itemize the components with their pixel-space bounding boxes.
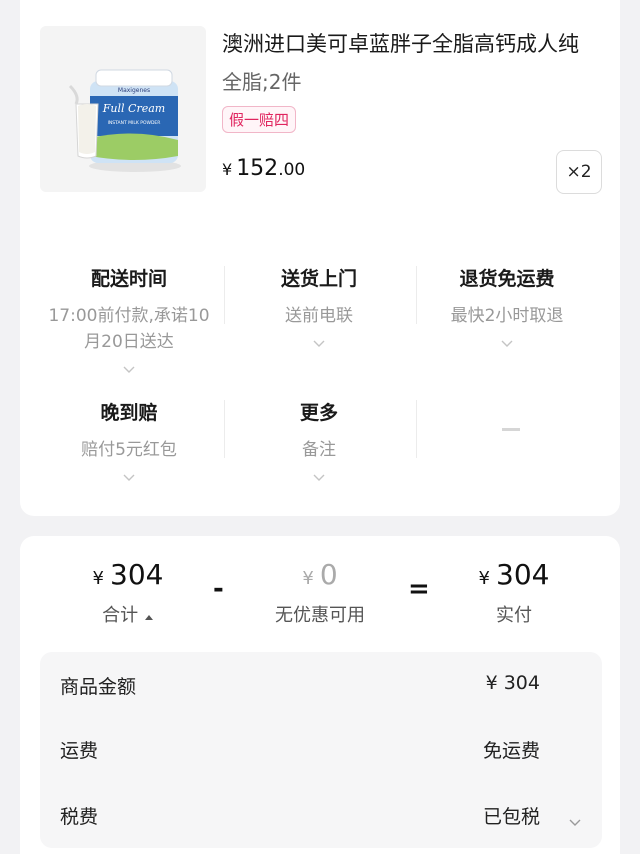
pay-amount: ¥304 实付 — [434, 558, 594, 627]
service-late-compensation[interactable]: 晚到赔 赔付5元红包 — [34, 398, 224, 486]
price-summary-card: ¥304 合计 - ¥0 无优惠可用 = ¥304 实付 商品金额 ¥ 304 … — [20, 536, 620, 854]
svg-text:Maxigenes: Maxigenes — [118, 87, 150, 94]
service-home-delivery[interactable]: 送货上门 送前电联 — [224, 264, 414, 352]
product-image[interactable]: Maxigenes Full Cream INSTANT MILK POWDER — [40, 26, 206, 192]
service-title: 更多 — [299, 402, 338, 424]
chevron-down-icon — [224, 333, 414, 352]
pay-label: 实付 — [496, 605, 532, 626]
discount-value: 0 — [319, 558, 338, 591]
chevron-down-icon — [34, 359, 224, 378]
price-details: 商品金额 ¥ 304 运费 免运费 税费 已包税 — [40, 652, 602, 848]
currency-symbol: ¥ — [92, 568, 104, 589]
service-title: 退货免运费 — [459, 268, 555, 290]
service-delivery-time[interactable]: 配送时间 17:00前付款,承诺10月20日送达 — [34, 264, 224, 378]
empty-placeholder — [502, 428, 520, 431]
minus-operator: - — [213, 574, 224, 604]
milk-powder-can-icon: Maxigenes Full Cream INSTANT MILK POWDER — [68, 69, 181, 172]
discount-amount: ¥0 无优惠可用 — [240, 558, 400, 627]
detail-row-shipping: 运费 免运费 — [60, 736, 582, 766]
service-desc: 备注 — [302, 440, 336, 460]
product-title[interactable]: 澳洲进口美可卓蓝胖子全脂高钙成人纯 — [222, 28, 602, 58]
chevron-down-icon — [412, 333, 602, 352]
service-desc: 最快2小时取退 — [450, 306, 564, 326]
equals-operator: = — [408, 574, 430, 604]
service-title: 晚到赔 — [100, 402, 158, 424]
service-title: 送货上门 — [280, 268, 357, 290]
svg-text:INSTANT MILK POWDER: INSTANT MILK POWDER — [108, 120, 161, 126]
total-value: 304 — [110, 558, 164, 591]
service-title: 配送时间 — [90, 268, 167, 290]
chevron-down-icon — [568, 810, 582, 832]
currency-symbol: ¥ — [478, 568, 490, 589]
detail-value: 免运费 — [482, 740, 540, 762]
detail-row-goods: 商品金额 ¥ 304 — [60, 672, 582, 702]
total-label: 合计 — [102, 605, 139, 626]
divider — [416, 400, 417, 458]
price-integer: 152 — [236, 156, 279, 181]
service-free-return[interactable]: 退货免运费 最快2小时取退 — [412, 264, 602, 352]
guarantee-badge: 假一赔四 — [222, 106, 297, 133]
product-spec: 全脂;2件 — [222, 70, 302, 94]
price-currency: ¥ — [222, 160, 233, 179]
order-item-card: Maxigenes Full Cream INSTANT MILK POWDER… — [20, 0, 620, 516]
service-more[interactable]: 更多 备注 — [224, 398, 414, 486]
detail-value: 已包税 — [482, 806, 540, 828]
total-label-toggle[interactable]: 合计 — [48, 601, 208, 627]
service-desc: 17:00前付款,承诺10月20日送达 — [48, 306, 210, 352]
chevron-down-icon — [224, 467, 414, 486]
chevron-down-icon — [34, 467, 224, 486]
pay-value: 304 — [496, 558, 550, 591]
svg-text:Full Cream: Full Cream — [102, 102, 165, 115]
price-decimal: .00 — [278, 160, 306, 180]
service-desc: 送前电联 — [285, 306, 353, 326]
detail-value: ¥ 304 — [485, 672, 540, 694]
product-price: ¥152.00 — [222, 156, 305, 181]
service-desc: 赔付5元红包 — [81, 440, 177, 460]
detail-row-tax[interactable]: 税费 已包税 — [60, 802, 582, 832]
detail-label: 税费 — [60, 806, 99, 828]
caret-up-icon — [144, 615, 153, 620]
currency-symbol: ¥ — [302, 568, 314, 589]
detail-label: 商品金额 — [60, 676, 137, 698]
discount-label: 无优惠可用 — [275, 605, 365, 626]
total-amount: ¥304 合计 — [48, 558, 208, 627]
quantity-button[interactable]: ×2 — [556, 150, 602, 194]
detail-label: 运费 — [60, 740, 99, 762]
